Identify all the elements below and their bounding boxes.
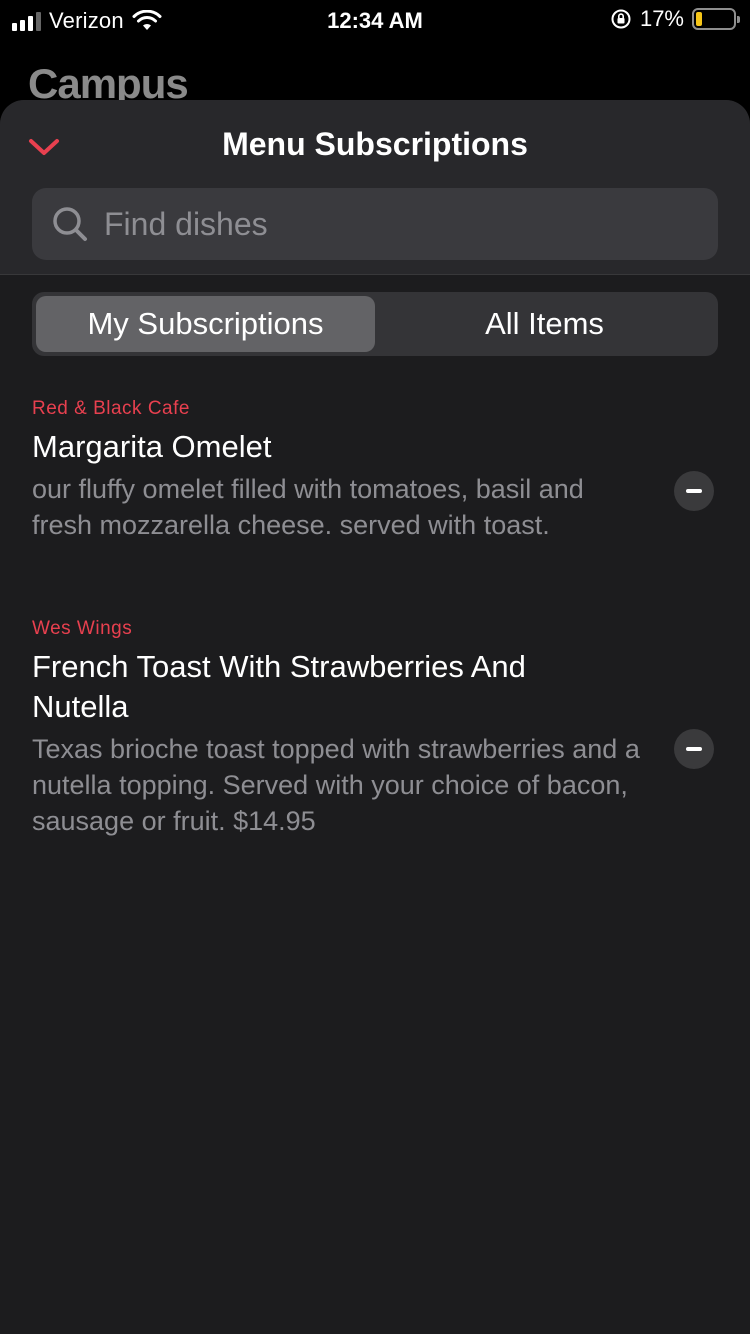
remove-subscription-button[interactable]	[674, 471, 714, 511]
background-page-title: Campus	[28, 60, 188, 100]
item-source: Red & Black Cafe	[32, 398, 190, 419]
search-icon	[53, 207, 87, 241]
battery-percent: 17%	[639, 6, 684, 31]
segmented-control: My Subscriptions All Items	[32, 292, 718, 356]
status-bar: Verizon 12:34 AM 17%	[0, 0, 750, 40]
sheet-title: Menu Subscriptions	[222, 126, 528, 162]
item-description: Texas brioche toast topped with strawber…	[32, 734, 640, 836]
item-title: Margarita Omelet	[32, 429, 272, 464]
search-bar[interactable]	[32, 188, 718, 260]
list-item[interactable]: Red & Black Cafe Margarita Omelet our fl…	[0, 395, 750, 595]
item-title: French Toast With Strawberries And Nutel…	[32, 649, 526, 724]
status-right: 17%	[610, 6, 740, 32]
battery-fill	[696, 12, 703, 26]
item-description: our fluffy omelet filled with tomatoes, …	[32, 474, 584, 540]
battery-icon	[692, 8, 740, 30]
tab-my-subscriptions[interactable]: My Subscriptions	[36, 296, 375, 352]
minus-icon	[686, 489, 702, 493]
search-input[interactable]	[90, 188, 718, 260]
menu-subscriptions-sheet: Menu Subscriptions My Subscriptions All …	[0, 100, 750, 1334]
remove-subscription-button[interactable]	[674, 729, 714, 769]
rotation-lock-icon	[611, 9, 631, 29]
item-source: Wes Wings	[32, 618, 133, 639]
sheet-header: Menu Subscriptions	[0, 100, 750, 275]
screen: Verizon 12:34 AM 17% Campus Menu Subscri…	[0, 0, 750, 1334]
subscriptions-list: Red & Black Cafe Margarita Omelet our fl…	[0, 395, 750, 839]
minus-icon	[686, 747, 702, 751]
tab-all-items[interactable]: All Items	[375, 296, 714, 352]
list-item[interactable]: Wes Wings French Toast With Strawberries…	[0, 615, 750, 839]
